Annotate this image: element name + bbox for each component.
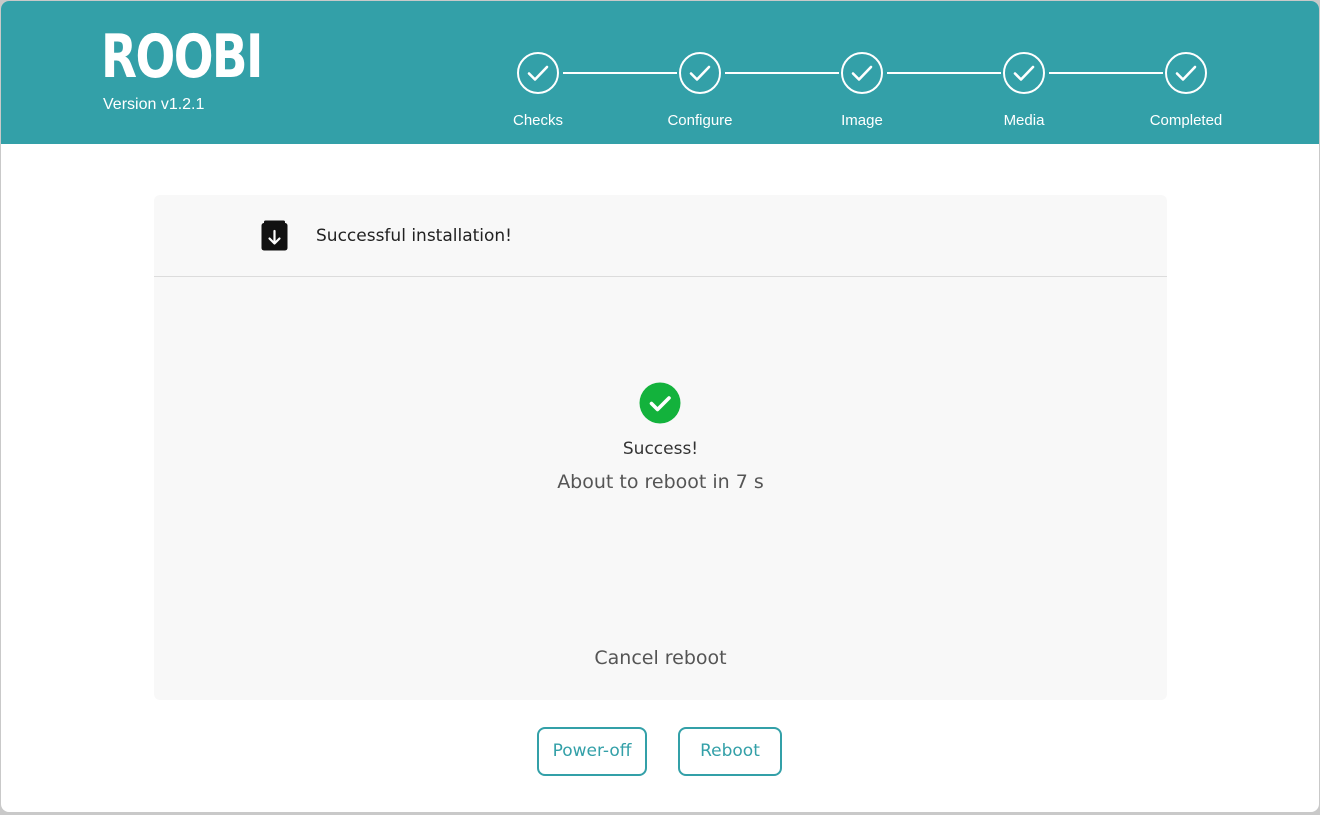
reboot-button[interactable]: Reboot (678, 727, 782, 776)
power-off-button[interactable]: Power-off (537, 727, 647, 776)
step-checks-check-icon (517, 52, 559, 94)
stepper-connector (1049, 72, 1163, 74)
stepper-connector (563, 72, 677, 74)
installation-result-card: Successful installation! Success! About … (154, 195, 1167, 700)
step-label-configure: Configure (667, 112, 733, 129)
installer-window: ROOBI Version v1.2.1 Checks Configure Im… (1, 1, 1319, 812)
step-label-checks: Checks (512, 112, 564, 129)
step-configure-check-icon (679, 52, 721, 94)
app-logo: ROOBI (101, 22, 263, 92)
app-header: ROOBI Version v1.2.1 Checks Configure Im… (1, 1, 1319, 144)
status-title: Success! (622, 439, 699, 459)
stepper-connector (887, 72, 1001, 74)
check-circle-icon (639, 382, 681, 424)
step-label-image: Image (841, 112, 883, 129)
step-image-check-icon (841, 52, 883, 94)
reboot-countdown: About to reboot in 7 s (557, 471, 764, 493)
card-header: Successful installation! (154, 195, 1167, 277)
step-label-media: Media (1003, 112, 1045, 129)
stepper-connector (725, 72, 839, 74)
card-title: Successful installation! (316, 226, 512, 246)
step-label-completed: Completed (1149, 112, 1223, 129)
app-version: Version v1.2.1 (103, 96, 205, 113)
cancel-reboot-button[interactable]: Cancel reboot (560, 645, 761, 671)
download-box-icon (261, 220, 288, 251)
step-completed-check-icon (1165, 52, 1207, 94)
step-media-check-icon (1003, 52, 1045, 94)
